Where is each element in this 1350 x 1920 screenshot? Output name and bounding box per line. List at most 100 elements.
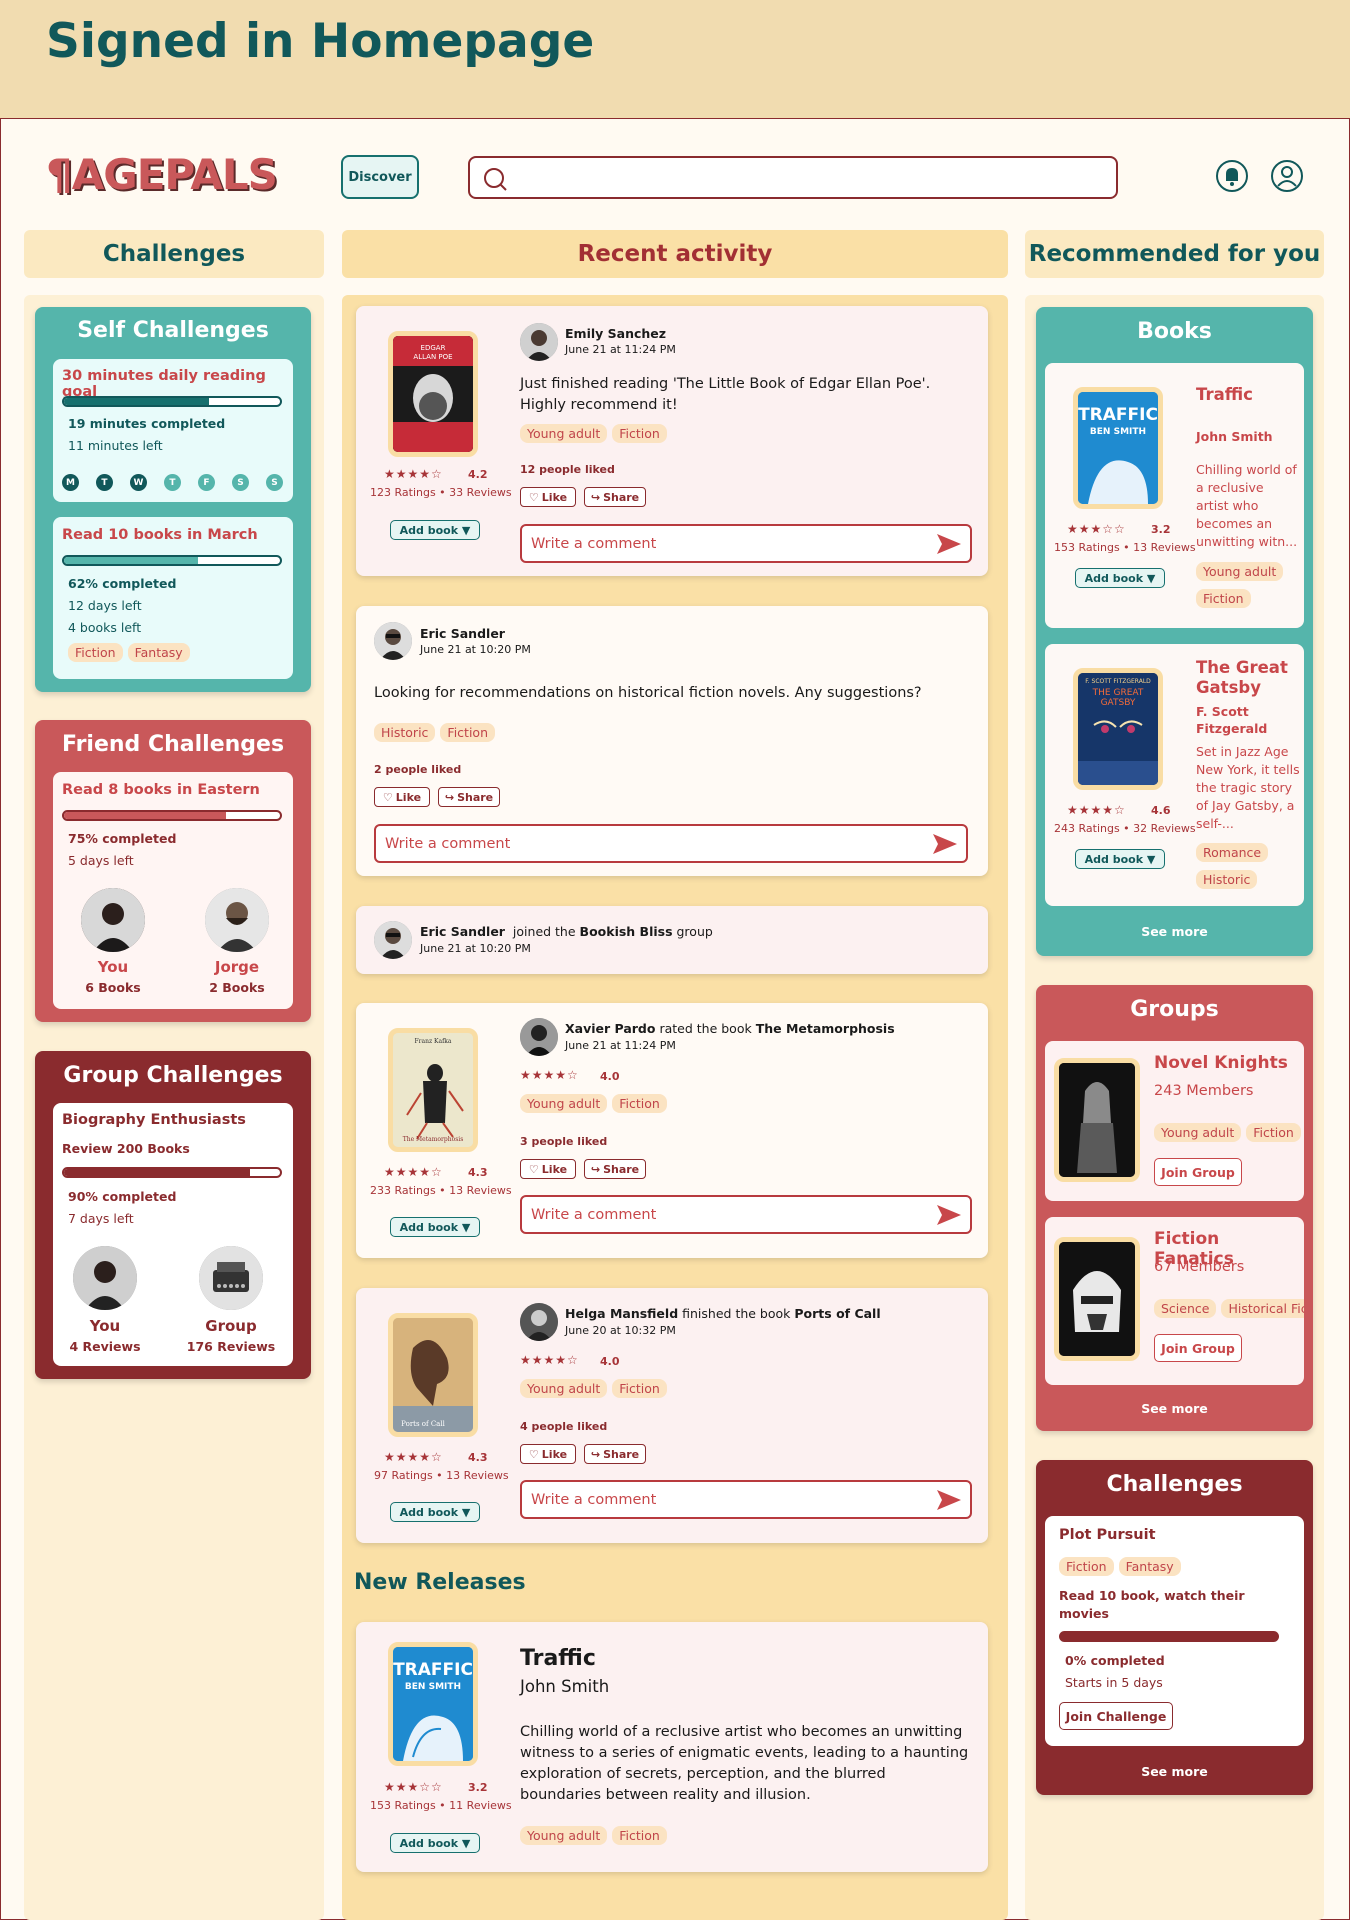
- user-name[interactable]: Xavier Pardo: [565, 1021, 655, 1036]
- profile-icon[interactable]: [1270, 159, 1304, 193]
- join-challenge-button[interactable]: Join Challenge: [1059, 1702, 1173, 1730]
- day-dot: T: [164, 474, 181, 491]
- book-cover[interactable]: EDGAR ALLAN POE: [388, 331, 478, 457]
- tags: Fiction Fantasy: [68, 642, 195, 662]
- group-link[interactable]: Bookish Bliss: [580, 924, 673, 939]
- user-name[interactable]: Eric Sandler: [420, 626, 505, 641]
- recommended-book[interactable]: TRAFFIC BEN SMITH ★★★☆☆ 3.2 153 Ratings •…: [1045, 363, 1304, 628]
- send-icon[interactable]: [932, 833, 958, 855]
- rating-value: 4.3: [468, 1451, 488, 1464]
- add-book-button[interactable]: Add book ▼: [390, 1502, 480, 1522]
- share-button[interactable]: ↪ Share: [584, 1159, 646, 1179]
- recommended-book[interactable]: F. SCOTT FITZGERALD THE GREAT GATSBY ★★★★☆…: [1045, 644, 1304, 906]
- tag-list: Fiction: [1196, 588, 1256, 608]
- tag[interactable]: Fiction: [612, 1094, 667, 1113]
- challenge-item[interactable]: Plot Pursuit Fiction Fantasy Read 10 book…: [1045, 1516, 1304, 1746]
- group-item[interactable]: Fiction Fanatics 67 Members Science Histo…: [1045, 1217, 1304, 1385]
- like-button[interactable]: ♡ Like: [520, 1159, 576, 1179]
- march-goal-panel[interactable]: Read 10 books in March 62% completed 12 …: [53, 517, 293, 679]
- book-cover[interactable]: Ports of Call: [388, 1313, 478, 1437]
- like-button[interactable]: ♡ Like: [520, 1444, 576, 1464]
- comment-input[interactable]: Write a comment: [520, 1195, 972, 1234]
- tag[interactable]: Historic: [374, 723, 436, 742]
- tag[interactable]: Young adult: [1154, 1123, 1242, 1142]
- user-name[interactable]: Eric Sandler: [420, 924, 505, 939]
- rating-value: 3.2: [468, 1781, 488, 1794]
- add-book-button[interactable]: Add book ▼: [390, 1833, 480, 1853]
- star-rating: ★★★★☆: [520, 1353, 579, 1367]
- tag[interactable]: Fiction: [1059, 1557, 1114, 1576]
- comment-input[interactable]: Write a comment: [374, 824, 968, 863]
- join-group-button[interactable]: Join Group: [1154, 1334, 1242, 1362]
- share-button[interactable]: ↪ Share: [584, 1444, 646, 1464]
- send-icon[interactable]: [936, 1489, 962, 1511]
- challenge-name[interactable]: Plot Pursuit: [1059, 1527, 1156, 1543]
- daily-goal-panel[interactable]: 30 minutes daily reading goal 19 minutes…: [53, 359, 293, 502]
- add-book-button[interactable]: Add book ▼: [390, 1217, 480, 1237]
- add-book-button[interactable]: Add book ▼: [1075, 849, 1165, 869]
- tag[interactable]: Science: [1154, 1299, 1217, 1318]
- participant-name: Group: [205, 1317, 257, 1335]
- tag[interactable]: Fiction: [612, 424, 667, 443]
- friend-challenges-title: Friend Challenges: [61, 732, 285, 757]
- rating-count: 153 Ratings • 13 Reviews: [1054, 541, 1196, 554]
- join-group-button[interactable]: Join Group: [1154, 1158, 1242, 1186]
- page-banner: Signed in Homepage: [0, 0, 1350, 118]
- book-cover[interactable]: F. SCOTT FITZGERALD THE GREAT GATSBY: [1073, 668, 1163, 790]
- group-challenge-panel[interactable]: Biography Enthusiasts Review 200 Books 9…: [53, 1103, 293, 1366]
- send-icon[interactable]: [936, 533, 962, 555]
- svg-text:F. SCOTT FITZGERALD: F. SCOTT FITZGERALD: [1085, 678, 1151, 685]
- share-button[interactable]: ↪ Share: [438, 787, 500, 807]
- tag[interactable]: Historic: [1196, 870, 1258, 889]
- tag[interactable]: Young adult: [520, 424, 608, 443]
- app-logo[interactable]: ¶AGEPALS: [46, 150, 278, 199]
- see-more-link[interactable]: See more: [1036, 1764, 1313, 1779]
- comment-input[interactable]: Write a comment: [520, 524, 972, 563]
- tags: Young adult Fiction: [520, 1093, 672, 1113]
- add-book-button[interactable]: Add book ▼: [390, 520, 480, 540]
- add-book-button[interactable]: Add book ▼: [1075, 568, 1165, 588]
- like-button[interactable]: ♡ Like: [374, 787, 430, 807]
- notification-bell-icon[interactable]: [1215, 159, 1249, 193]
- book-link[interactable]: The Metamorphosis: [756, 1021, 895, 1036]
- tag[interactable]: Young adult: [520, 1826, 608, 1845]
- group-item[interactable]: Novel Knights 243 Members Young adult Fic…: [1045, 1041, 1304, 1201]
- discover-button[interactable]: Discover: [341, 155, 419, 199]
- book-author[interactable]: John Smith: [1196, 429, 1273, 444]
- book-title[interactable]: The Great Gatsby: [1196, 658, 1300, 698]
- participant-name: Jorge: [214, 958, 260, 976]
- tag[interactable]: Historical Fict: [1221, 1299, 1304, 1318]
- tag[interactable]: Fiction: [612, 1379, 667, 1398]
- tag[interactable]: Fiction: [1196, 589, 1251, 608]
- comment-input[interactable]: Write a comment: [520, 1480, 972, 1519]
- tag[interactable]: Fiction: [612, 1826, 667, 1845]
- group-name[interactable]: Novel Knights: [1154, 1053, 1288, 1073]
- book-link[interactable]: Ports of Call: [794, 1306, 880, 1321]
- self-challenges-title: Self Challenges: [77, 318, 269, 343]
- send-icon[interactable]: [936, 1204, 962, 1226]
- tag[interactable]: Fiction: [1246, 1123, 1301, 1142]
- tag[interactable]: Romance: [1196, 843, 1269, 862]
- svg-text:THE GREAT: THE GREAT: [1092, 688, 1144, 698]
- like-button[interactable]: ♡ Like: [520, 487, 576, 507]
- tag[interactable]: Young adult: [520, 1379, 608, 1398]
- tag[interactable]: Fantasy: [1118, 1557, 1181, 1576]
- tag[interactable]: Young adult: [520, 1094, 608, 1113]
- user-name[interactable]: Emily Sanchez: [565, 326, 666, 341]
- book-cover[interactable]: TRAFFIC BEN SMITH: [1073, 387, 1163, 509]
- tag[interactable]: Young adult: [1196, 562, 1284, 581]
- book-cover[interactable]: TRAFFIC BEN SMITH: [388, 1642, 478, 1766]
- user-name[interactable]: Helga Mansfield: [565, 1306, 678, 1321]
- tag[interactable]: Fiction: [440, 723, 495, 742]
- book-title[interactable]: Traffic: [1196, 385, 1253, 404]
- book-title[interactable]: Traffic: [520, 1646, 596, 1671]
- friend-challenge-panel[interactable]: Read 8 books in Eastern 75% completed 5 …: [53, 772, 293, 1009]
- see-more-link[interactable]: See more: [1036, 1401, 1313, 1416]
- book-author[interactable]: F. Scott Fitzgerald: [1196, 703, 1300, 737]
- tags: Young adult Fiction: [520, 423, 672, 443]
- share-button[interactable]: ↪ Share: [584, 487, 646, 507]
- book-cover[interactable]: Franz Kafka The Metamorphosis: [388, 1028, 478, 1152]
- see-more-link[interactable]: See more: [1036, 924, 1313, 939]
- search-input[interactable]: [468, 156, 1118, 199]
- book-author[interactable]: John Smith: [520, 1677, 609, 1696]
